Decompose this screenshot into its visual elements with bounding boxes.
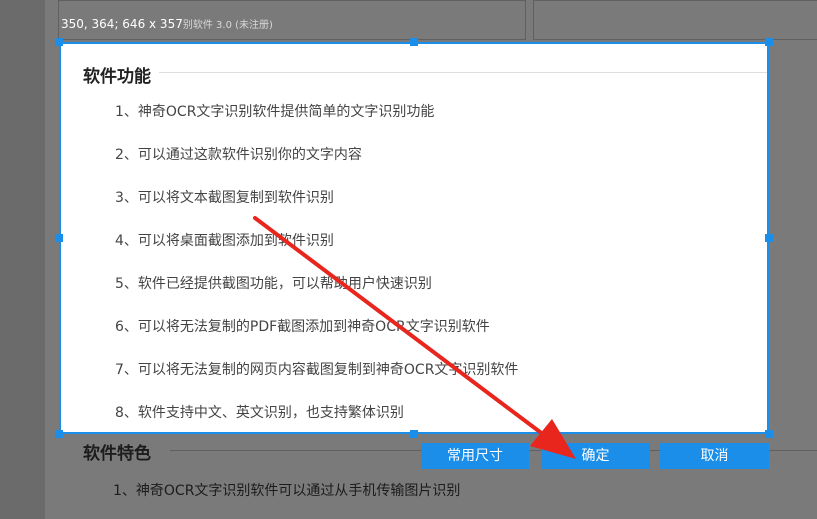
resize-handle-top[interactable] xyxy=(410,38,418,46)
resize-handle-bottom[interactable] xyxy=(410,430,418,438)
feature-item: 6、可以将无法复制的PDF截图添加到神奇OCR文字识别软件 xyxy=(115,319,490,335)
cancel-button[interactable]: 取消 xyxy=(660,443,769,469)
common-size-button[interactable]: 常用尺寸 xyxy=(421,443,529,469)
confirm-button[interactable]: 确定 xyxy=(541,443,650,469)
background-text-line: 1、神奇OCR文字识别软件可以通过从手机传输图片识别 xyxy=(113,483,461,499)
selection-content: 软件功能 1、神奇OCR文字识别软件提供简单的文字识别功能 2、可以通过这款软件… xyxy=(61,44,767,432)
resize-handle-right[interactable] xyxy=(765,234,773,242)
feature-item: 1、神奇OCR文字识别软件提供简单的文字识别功能 xyxy=(115,104,435,120)
resize-handle-bottom-right[interactable] xyxy=(765,430,773,438)
resize-handle-top-left[interactable] xyxy=(55,38,63,46)
feature-item: 7、可以将无法复制的网页内容截图复制到神奇OCR文字识别软件 xyxy=(115,362,519,378)
resize-handle-left[interactable] xyxy=(55,234,63,242)
behind-window-title: 别软件 3.0 (未注册) xyxy=(182,20,273,31)
resize-handle-bottom-left[interactable] xyxy=(55,430,63,438)
background-panel xyxy=(533,0,817,40)
feature-item: 5、软件已经提供截图功能，可以帮助用户快速识别 xyxy=(115,276,432,292)
feature-item: 3、可以将文本截图复制到软件识别 xyxy=(115,190,334,206)
feature-item: 4、可以将桌面截图添加到软件识别 xyxy=(115,233,334,249)
capture-info: 350, 364; 646 x 357别软件 3.0 (未注册) xyxy=(61,16,273,31)
section-title: 软件功能 xyxy=(83,67,151,87)
background-section-title: 软件特色 xyxy=(83,444,151,464)
selection-coordinates: 350, 364; 646 x 357 xyxy=(61,17,183,31)
resize-handle-top-right[interactable] xyxy=(765,38,773,46)
feature-item: 2、可以通过这款软件识别你的文字内容 xyxy=(115,147,362,163)
capture-selection-area[interactable]: 软件功能 1、神奇OCR文字识别软件提供简单的文字识别功能 2、可以通过这款软件… xyxy=(59,42,769,434)
section-divider xyxy=(159,72,767,73)
feature-item: 8、软件支持中文、英文识别，也支持繁体识别 xyxy=(115,405,404,421)
